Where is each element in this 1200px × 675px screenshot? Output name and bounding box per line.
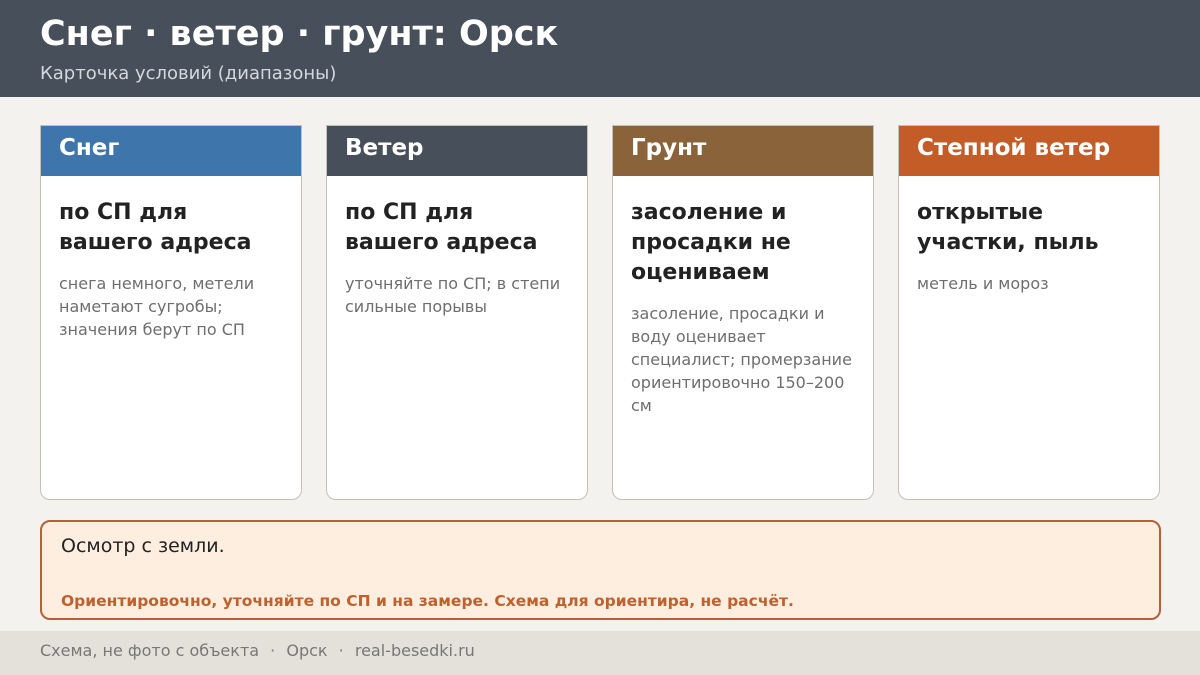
note-warning: Ориентировочно, уточняйте по СП и на зам… xyxy=(61,592,794,610)
footer-site: real-besedki.ru xyxy=(354,641,475,660)
card-snow: Снег по СП для вашего адреса снега немно… xyxy=(40,125,302,500)
page-header: Снег · ветер · грунт: Орск Карточка усло… xyxy=(0,0,1200,97)
card-text: засоление, просадки и воду оценивает спе… xyxy=(631,304,852,415)
card-title: открытые участки, пыль xyxy=(917,200,1099,255)
card-title: по СП для вашего адреса xyxy=(345,200,538,255)
card-header: Грунт xyxy=(613,126,873,176)
note-title: Осмотр с земли. xyxy=(61,535,225,557)
footer-separator: · xyxy=(270,641,276,660)
page-subtitle: Карточка условий (диапазоны) xyxy=(40,63,337,84)
card-soil: Грунт засоление и просадки не оцениваем … xyxy=(612,125,874,500)
card-label: Ветер xyxy=(345,135,424,161)
card-label: Снег xyxy=(59,135,120,161)
card-title: засоление и просадки не оцениваем xyxy=(631,200,791,285)
card-text: метель и мороз xyxy=(917,274,1049,293)
card-title: по СП для вашего адреса xyxy=(59,200,252,255)
card-label: Степной ветер xyxy=(917,135,1111,161)
card-header: Ветер xyxy=(327,126,587,176)
card-header: Степной ветер xyxy=(899,126,1159,176)
footer-caption: Схема, не фото с объекта xyxy=(40,641,260,660)
page-footer: Схема, не фото с объекта · Орск · real-b… xyxy=(0,631,1200,675)
page-title: Снег · ветер · грунт: Орск xyxy=(40,14,559,54)
footer-separator: · xyxy=(338,641,344,660)
card-label: Грунт xyxy=(631,135,707,161)
card-steppe-wind: Степной ветер открытые участки, пыль мет… xyxy=(898,125,1160,500)
card-text: уточняйте по СП; в степи сильные порывы xyxy=(345,274,561,316)
note-box: Осмотр с земли. Ориентировочно, уточняйт… xyxy=(40,520,1161,620)
card-text: снега немного, метели наметают сугробы; … xyxy=(59,274,255,339)
footer-text: Схема, не фото с объекта · Орск · real-b… xyxy=(40,641,475,660)
card-wind: Ветер по СП для вашего адреса уточняйте … xyxy=(326,125,588,500)
footer-city: Орск xyxy=(286,641,328,660)
card-header: Снег xyxy=(41,126,301,176)
